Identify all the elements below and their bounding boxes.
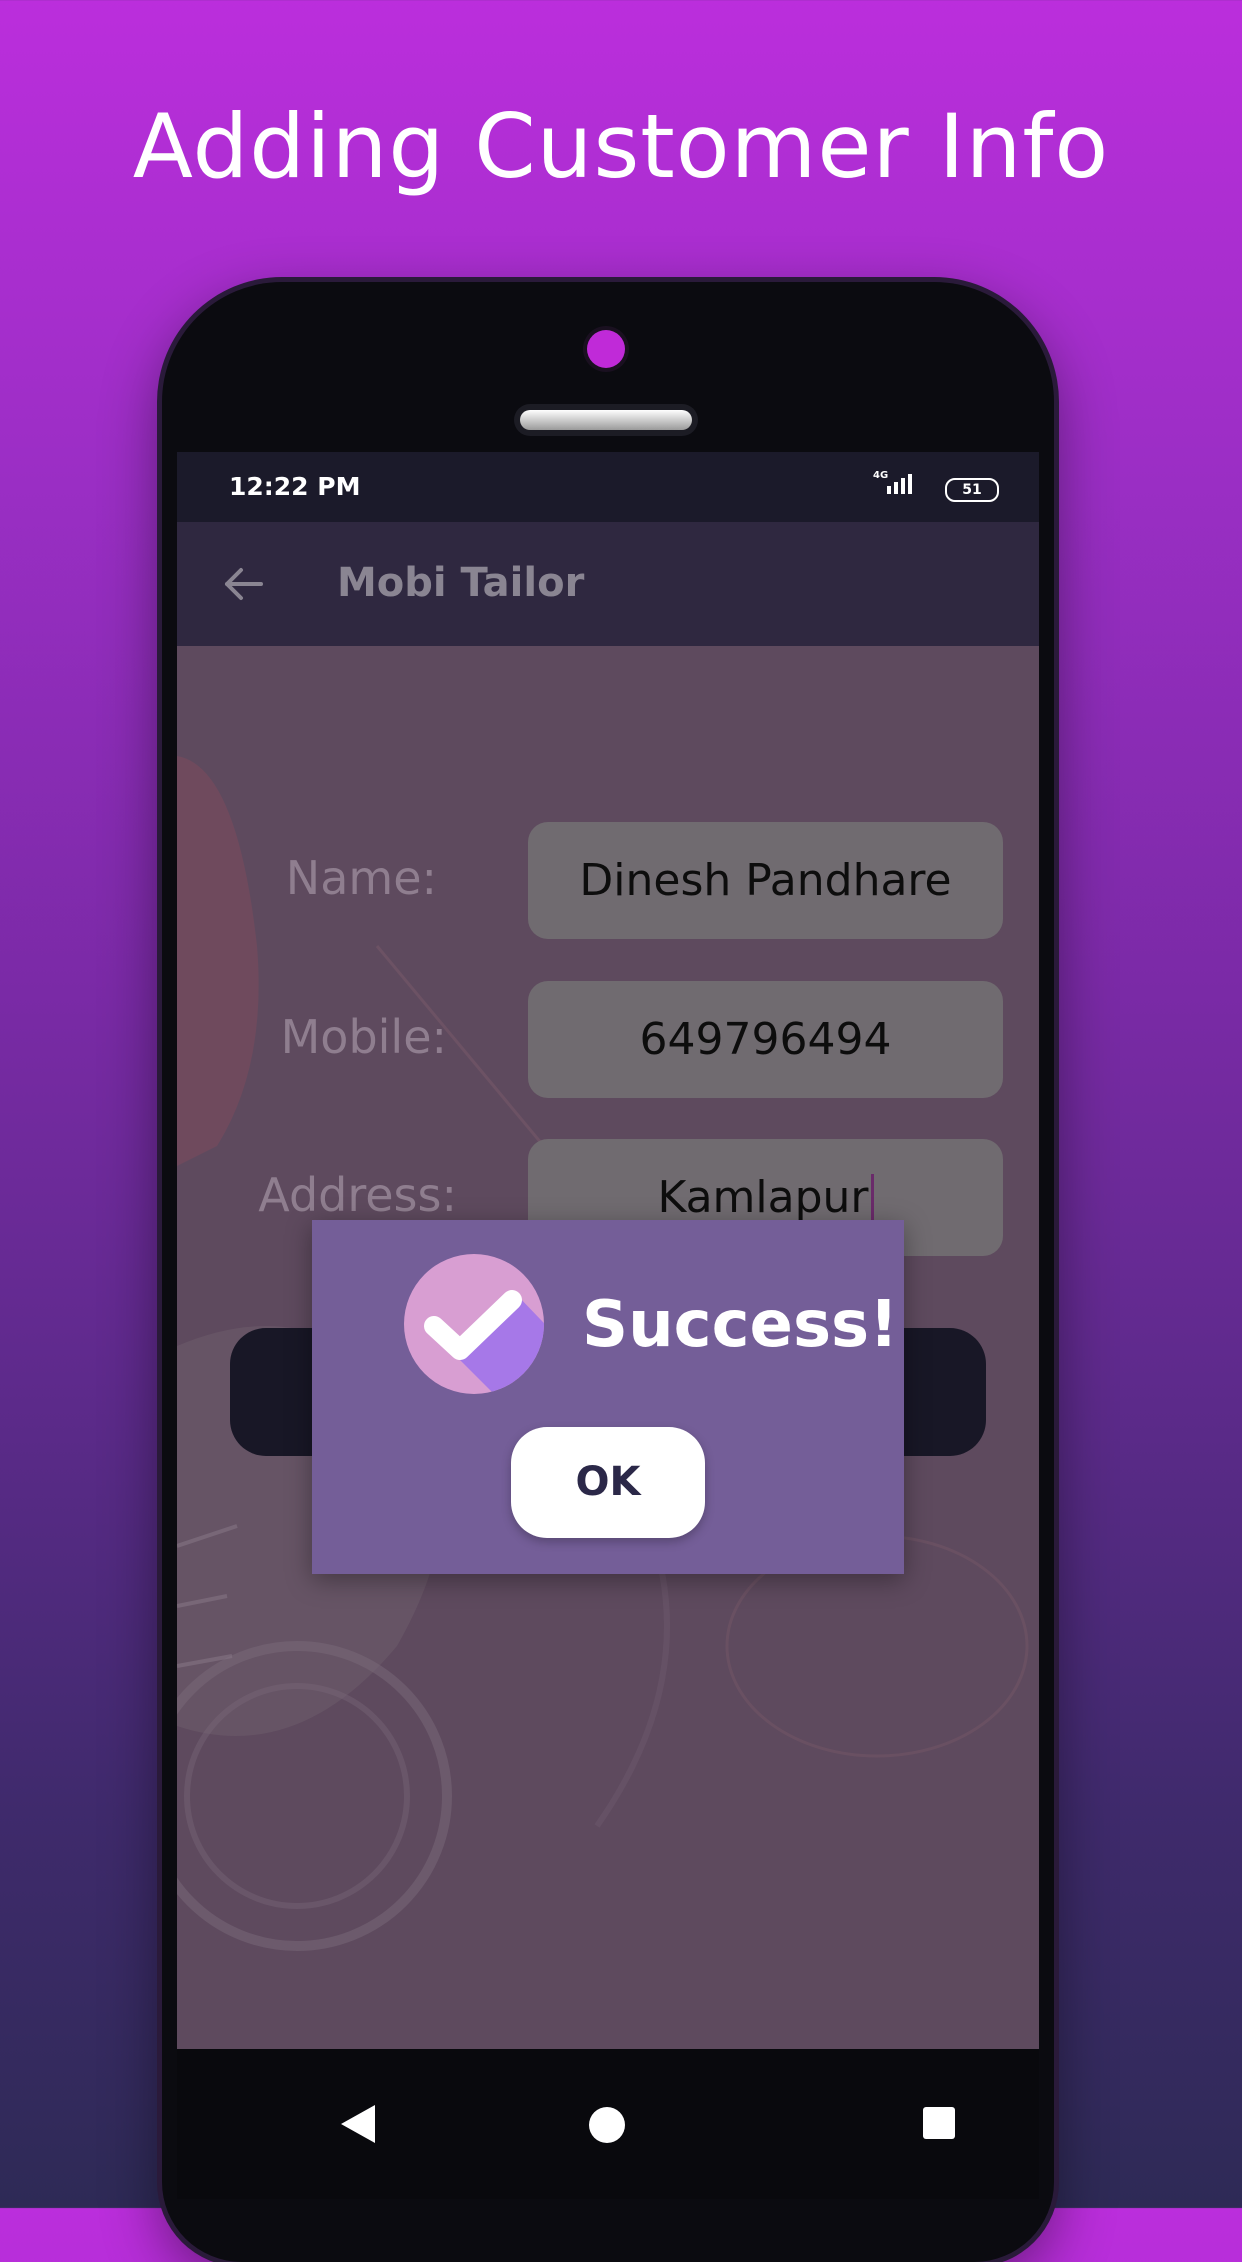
success-message: Success!	[582, 1288, 899, 1362]
address-value: Kamlapur	[657, 1172, 869, 1223]
success-dialog: Success! OK	[312, 1220, 904, 1574]
name-value: Dinesh Pandhare	[579, 855, 952, 906]
battery-icon: 51	[945, 478, 999, 502]
name-field[interactable]: Dinesh Pandhare	[528, 822, 1003, 939]
earpiece-speaker	[520, 410, 692, 430]
mobile-field[interactable]: 649796494	[528, 981, 1003, 1098]
mobile-value: 649796494	[639, 1014, 892, 1065]
status-time: 12:22 PM	[229, 472, 361, 501]
battery-level: 51	[962, 482, 982, 498]
network-type: 4G	[873, 470, 889, 481]
nav-home-icon[interactable]	[589, 2107, 625, 2143]
back-arrow-icon[interactable]	[217, 558, 269, 610]
signal-icon: 4G	[873, 470, 923, 500]
address-label: Address:	[258, 1168, 457, 1222]
text-cursor	[870, 1174, 874, 1226]
app-title: Mobi Tailor	[337, 560, 585, 606]
front-camera	[587, 330, 625, 368]
promo-headline: Adding Customer Info	[132, 95, 1110, 198]
app-bar: Mobi Tailor	[177, 522, 1039, 646]
system-nav-bar	[177, 2049, 1039, 2199]
nav-back-icon[interactable]	[335, 2101, 381, 2147]
ok-button[interactable]: OK	[511, 1427, 705, 1538]
name-label: Name:	[285, 851, 437, 905]
nav-recents-icon[interactable]	[923, 2107, 955, 2139]
check-circle-icon	[404, 1254, 544, 1394]
status-bar: 12:22 PM 4G 51	[177, 452, 1039, 522]
mobile-label: Mobile:	[280, 1010, 447, 1064]
